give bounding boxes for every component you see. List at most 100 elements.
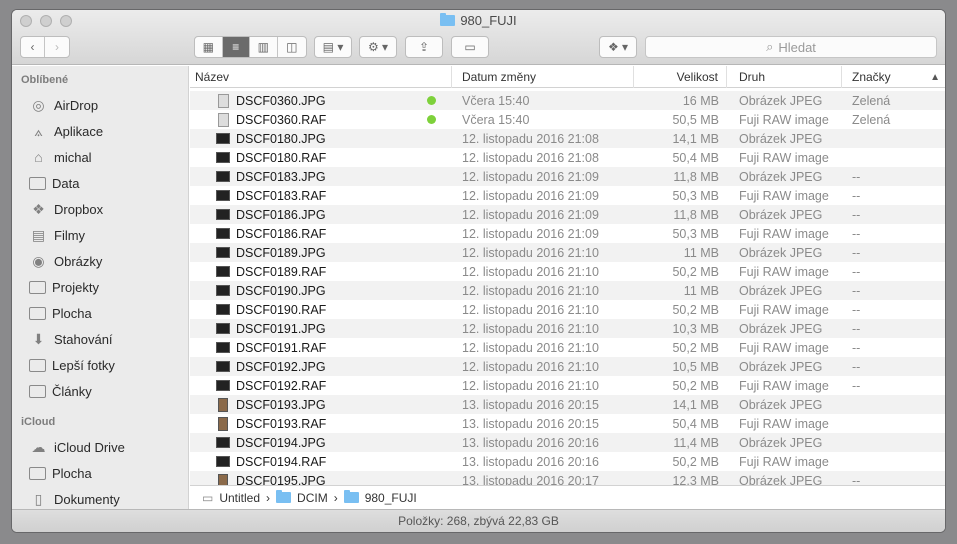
- column-view-button[interactable]: ▥: [250, 37, 278, 57]
- file-size: 50,5 MB: [672, 112, 719, 127]
- file-kind: Obrázek JPEG: [739, 169, 823, 184]
- file-name: DSCF0192.JPG: [236, 359, 326, 374]
- table-row[interactable]: DSCF0194.RAF 13. listopadu 2016 20:16 50,2…: [190, 452, 945, 471]
- sidebar-item-data[interactable]: Data: [12, 170, 188, 196]
- action-button[interactable]: ⚙ ▾: [359, 36, 397, 58]
- disk-icon: ▭: [202, 490, 214, 505]
- column-size[interactable]: Velikost: [634, 66, 727, 88]
- sidebar-item-airdrop[interactable]: ◎ AirDrop: [12, 92, 188, 118]
- table-row[interactable]: DSCF0189.RAF 12. listopadu 2016 21:10 50,2…: [190, 262, 945, 281]
- search-placeholder: Hledat: [778, 39, 816, 55]
- sidebar-item-články[interactable]: Články: [12, 378, 188, 404]
- file-date: 12. listopadu 2016 21:10: [462, 264, 599, 279]
- search-field[interactable]: ⌕ Hledat: [645, 36, 937, 58]
- download-icon: ⬇: [32, 330, 45, 347]
- sidebar-item-michal[interactable]: ⌂ michal: [12, 144, 188, 170]
- sidebar-item-filmy[interactable]: ▤ Filmy: [12, 222, 188, 248]
- image-thumbnail-icon: [218, 112, 229, 127]
- desktop-icon: [29, 466, 46, 480]
- path-segment[interactable]: Untitled: [219, 491, 260, 505]
- file-size: 12,3 MB: [672, 473, 719, 486]
- arrange-button[interactable]: ▤ ▾: [314, 36, 352, 58]
- dropbox-button[interactable]: ❖ ▾: [599, 36, 637, 58]
- table-row[interactable]: DSCF0180.JPG 12. listopadu 2016 21:08 14,1…: [190, 129, 945, 148]
- file-name: DSCF0186.JPG: [236, 207, 326, 222]
- table-row[interactable]: DSCF0360.JPG Včera 15:40 16 MB Obrázek JPEG…: [190, 91, 945, 110]
- column-name[interactable]: Název: [190, 66, 452, 88]
- column-tags[interactable]: Značky ▲: [842, 66, 945, 88]
- sidebar: Oblíbené ◎ AirDrop ⟑ Aplikace ⌂ michal Data ❖ Dr…: [12, 66, 189, 509]
- table-row[interactable]: DSCF0190.RAF 12. listopadu 2016 21:10 50,2…: [190, 300, 945, 319]
- file-date: 12. listopadu 2016 21:10: [462, 321, 599, 336]
- table-row[interactable]: DSCF0186.RAF 12. listopadu 2016 21:09 50,3…: [190, 224, 945, 243]
- file-kind: Obrázek JPEG: [739, 473, 823, 486]
- table-row[interactable]: DSCF0192.RAF 12. listopadu 2016 21:10 50,2…: [190, 376, 945, 395]
- column-kind[interactable]: Druh: [727, 66, 842, 88]
- sidebar-item-stahování[interactable]: ⬇ Stahování: [12, 326, 188, 352]
- sidebar-item-plocha[interactable]: Plocha: [12, 300, 188, 326]
- icon-view-button[interactable]: ▦: [195, 37, 223, 57]
- table-row[interactable]: DSCF0186.JPG 12. listopadu 2016 21:09 11,8…: [190, 205, 945, 224]
- file-name-cell: DSCF0194.JPG: [190, 436, 452, 450]
- table-row[interactable]: DSCF0192.JPG 12. listopadu 2016 21:10 10,5…: [190, 357, 945, 376]
- tags-button[interactable]: ▭: [451, 36, 489, 58]
- list-view-button[interactable]: ≡: [222, 37, 251, 57]
- table-row[interactable]: DSCF0193.JPG 13. listopadu 2016 20:15 14,1…: [190, 395, 945, 414]
- sidebar-item-obrázky[interactable]: ◉ Obrázky: [12, 248, 188, 274]
- list-icon: ≡: [232, 40, 240, 54]
- sidebar-item-dokumenty[interactable]: ▯ Dokumenty: [12, 486, 188, 509]
- file-name-cell: DSCF0183.JPG: [190, 170, 452, 184]
- file-size: 50,2 MB: [672, 378, 719, 393]
- file-size: 50,2 MB: [672, 264, 719, 279]
- table-row[interactable]: DSCF0195.JPG 13. listopadu 2016 20:17 12,3…: [190, 471, 945, 485]
- table-row[interactable]: DSCF0183.RAF 12. listopadu 2016 21:09 50,3…: [190, 186, 945, 205]
- chevron-left-icon: ‹: [30, 40, 35, 54]
- path-segment[interactable]: 980_FUJI: [365, 491, 417, 505]
- airdrop-icon: ◎: [32, 96, 45, 113]
- file-tag: --: [852, 169, 861, 184]
- file-list: Název Datum změny Velikost Druh Značky ▲…: [190, 66, 945, 509]
- file-name-cell: DSCF0193.RAF: [190, 416, 452, 431]
- table-row[interactable]: DSCF0360.RAF Včera 15:40 50,5 MB Fuji RAW i…: [190, 110, 945, 129]
- table-row[interactable]: DSCF0194.JPG 13. listopadu 2016 20:16 11,4…: [190, 433, 945, 452]
- table-row[interactable]: DSCF0189.JPG 12. listopadu 2016 21:10 11 M…: [190, 243, 945, 262]
- table-row[interactable]: DSCF0190.JPG 12. listopadu 2016 21:10 11 M…: [190, 281, 945, 300]
- table-row[interactable]: DSCF0183.JPG 12. listopadu 2016 21:09 11,8…: [190, 167, 945, 186]
- chevron-right-icon: ›: [333, 490, 338, 505]
- sidebar-item-dropbox[interactable]: ❖ Dropbox: [12, 196, 188, 222]
- file-size: 14,1 MB: [672, 131, 719, 146]
- image-thumbnail-icon: [216, 209, 230, 220]
- sidebar-item-label: Aplikace: [54, 123, 104, 139]
- image-thumbnail-icon: [216, 133, 230, 144]
- desktop-icon: [29, 306, 46, 320]
- file-name-cell: DSCF0190.JPG: [190, 284, 452, 298]
- sidebar-item-lepší-fotky[interactable]: Lepší fotky: [12, 352, 188, 378]
- image-thumbnail-icon: [216, 456, 230, 467]
- table-row[interactable]: DSCF0191.JPG 12. listopadu 2016 21:10 10,3…: [190, 319, 945, 338]
- table-row[interactable]: DSCF0180.RAF 12. listopadu 2016 21:08 50,4…: [190, 148, 945, 167]
- file-name: DSCF0193.RAF: [236, 416, 327, 431]
- sidebar-item-icloud-drive[interactable]: ☁ iCloud Drive: [12, 434, 188, 460]
- coverflow-view-button[interactable]: ◫: [278, 37, 306, 57]
- file-name-cell: DSCF0180.RAF: [190, 151, 452, 165]
- icloud-list: ☁ iCloud Drive Plocha ▯ Dokumenty: [12, 434, 188, 509]
- image-thumbnail-icon: [216, 247, 230, 258]
- column-date[interactable]: Datum změny: [452, 66, 634, 88]
- share-button[interactable]: ⇪: [405, 36, 443, 58]
- file-tag: --: [852, 378, 861, 393]
- image-thumbnail-icon: [216, 285, 230, 296]
- window-title-bar: 980_FUJI: [12, 13, 945, 28]
- file-size: 10,5 MB: [672, 359, 719, 374]
- sidebar-item-plocha[interactable]: Plocha: [12, 460, 188, 486]
- forward-button[interactable]: ›: [45, 37, 69, 57]
- file-size: 50,4 MB: [672, 150, 719, 165]
- document-icon: ▯: [34, 490, 43, 507]
- sidebar-item-aplikace[interactable]: ⟑ Aplikace: [12, 118, 188, 144]
- table-row[interactable]: DSCF0191.RAF 12. listopadu 2016 21:10 50,2…: [190, 338, 945, 357]
- path-segment[interactable]: DCIM: [297, 491, 328, 505]
- sidebar-item-projekty[interactable]: Projekty: [12, 274, 188, 300]
- table-row[interactable]: DSCF0193.RAF 13. listopadu 2016 20:15 50,4…: [190, 414, 945, 433]
- back-button[interactable]: ‹: [21, 37, 46, 57]
- image-thumbnail-icon: [216, 342, 230, 353]
- dropbox-icon: ❖: [32, 200, 45, 217]
